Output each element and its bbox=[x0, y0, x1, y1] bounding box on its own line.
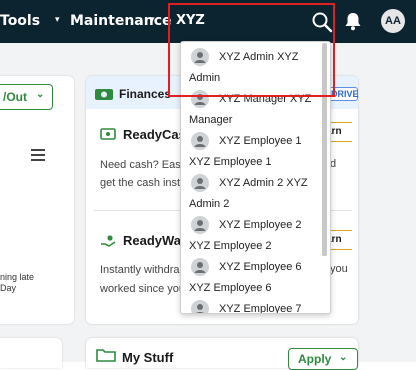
top-nav-bar: Tools ▾ Maintenance ▾ XYZ AA bbox=[0, 0, 416, 43]
money-icon bbox=[95, 89, 113, 100]
search-input[interactable]: XYZ bbox=[176, 13, 205, 28]
search-result-name: XYZ Employee 2 XYZ Employee 2 bbox=[189, 219, 302, 252]
clock-button-label: /Out bbox=[3, 90, 27, 104]
search-result-name: XYZ Admin 2 XYZ Admin 2 bbox=[189, 177, 308, 210]
search-highlight-box bbox=[168, 38, 335, 97]
cash-icon bbox=[100, 128, 116, 140]
my-stuff-title: My Stuff bbox=[122, 350, 174, 365]
search-result-item[interactable]: XYZ Admin 2 XYZ Admin 2 bbox=[181, 169, 321, 211]
nav-item-tools[interactable]: Tools bbox=[0, 13, 40, 29]
search-field[interactable]: XYZ bbox=[168, 3, 335, 38]
bottom-left-card bbox=[0, 338, 62, 368]
search-icon[interactable] bbox=[311, 11, 333, 33]
readywage-overflow-text: you bbox=[330, 263, 348, 275]
nav-item-maintenance[interactable]: Maintenance bbox=[70, 13, 172, 29]
apply-button[interactable]: Apply ⌄ bbox=[288, 348, 358, 370]
apply-button-label: Apply bbox=[298, 352, 332, 366]
search-result-name: XYZ Employee 6 XYZ Employee 6 bbox=[189, 261, 302, 294]
search-result-item[interactable]: XYZ Employee 7 bbox=[181, 295, 321, 314]
search-result-name: XYZ Employee 1 XYZ Employee 1 bbox=[189, 135, 302, 168]
search-result-name: XYZ Employee 7 bbox=[219, 303, 302, 314]
readywage-line-1: Instantly withdra bbox=[100, 264, 180, 276]
bell-icon[interactable] bbox=[343, 11, 363, 31]
folder-icon bbox=[96, 349, 116, 362]
chevron-down-icon: ⌄ bbox=[36, 89, 45, 100]
late-note: ning late Day bbox=[0, 272, 35, 293]
hamburger-menu-icon[interactable] bbox=[31, 149, 45, 161]
user-avatar[interactable]: AA bbox=[381, 9, 405, 33]
chevron-down-icon: ⌄ bbox=[339, 352, 348, 363]
search-result-item[interactable]: XYZ Employee 2 XYZ Employee 2 bbox=[181, 211, 321, 253]
search-result-item[interactable]: XYZ Employee 1 XYZ Employee 1 bbox=[181, 127, 321, 169]
hand-money-icon bbox=[101, 235, 116, 247]
readycash-line-1: Need cash? Easi bbox=[100, 159, 184, 171]
chevron-down-icon[interactable]: ▾ bbox=[55, 14, 60, 25]
chevron-down-icon[interactable]: ▾ bbox=[150, 14, 155, 25]
readywage-line-2: worked since you bbox=[100, 283, 185, 295]
finances-title: Finances bbox=[119, 87, 172, 101]
readycash-title: ReadyCas bbox=[123, 127, 186, 142]
readycash-line-2: get the cash inst bbox=[100, 177, 181, 189]
search-result-item[interactable]: XYZ Employee 6 XYZ Employee 6 bbox=[181, 253, 321, 295]
clock-in-out-button[interactable]: /Out ⌄ bbox=[0, 84, 53, 110]
